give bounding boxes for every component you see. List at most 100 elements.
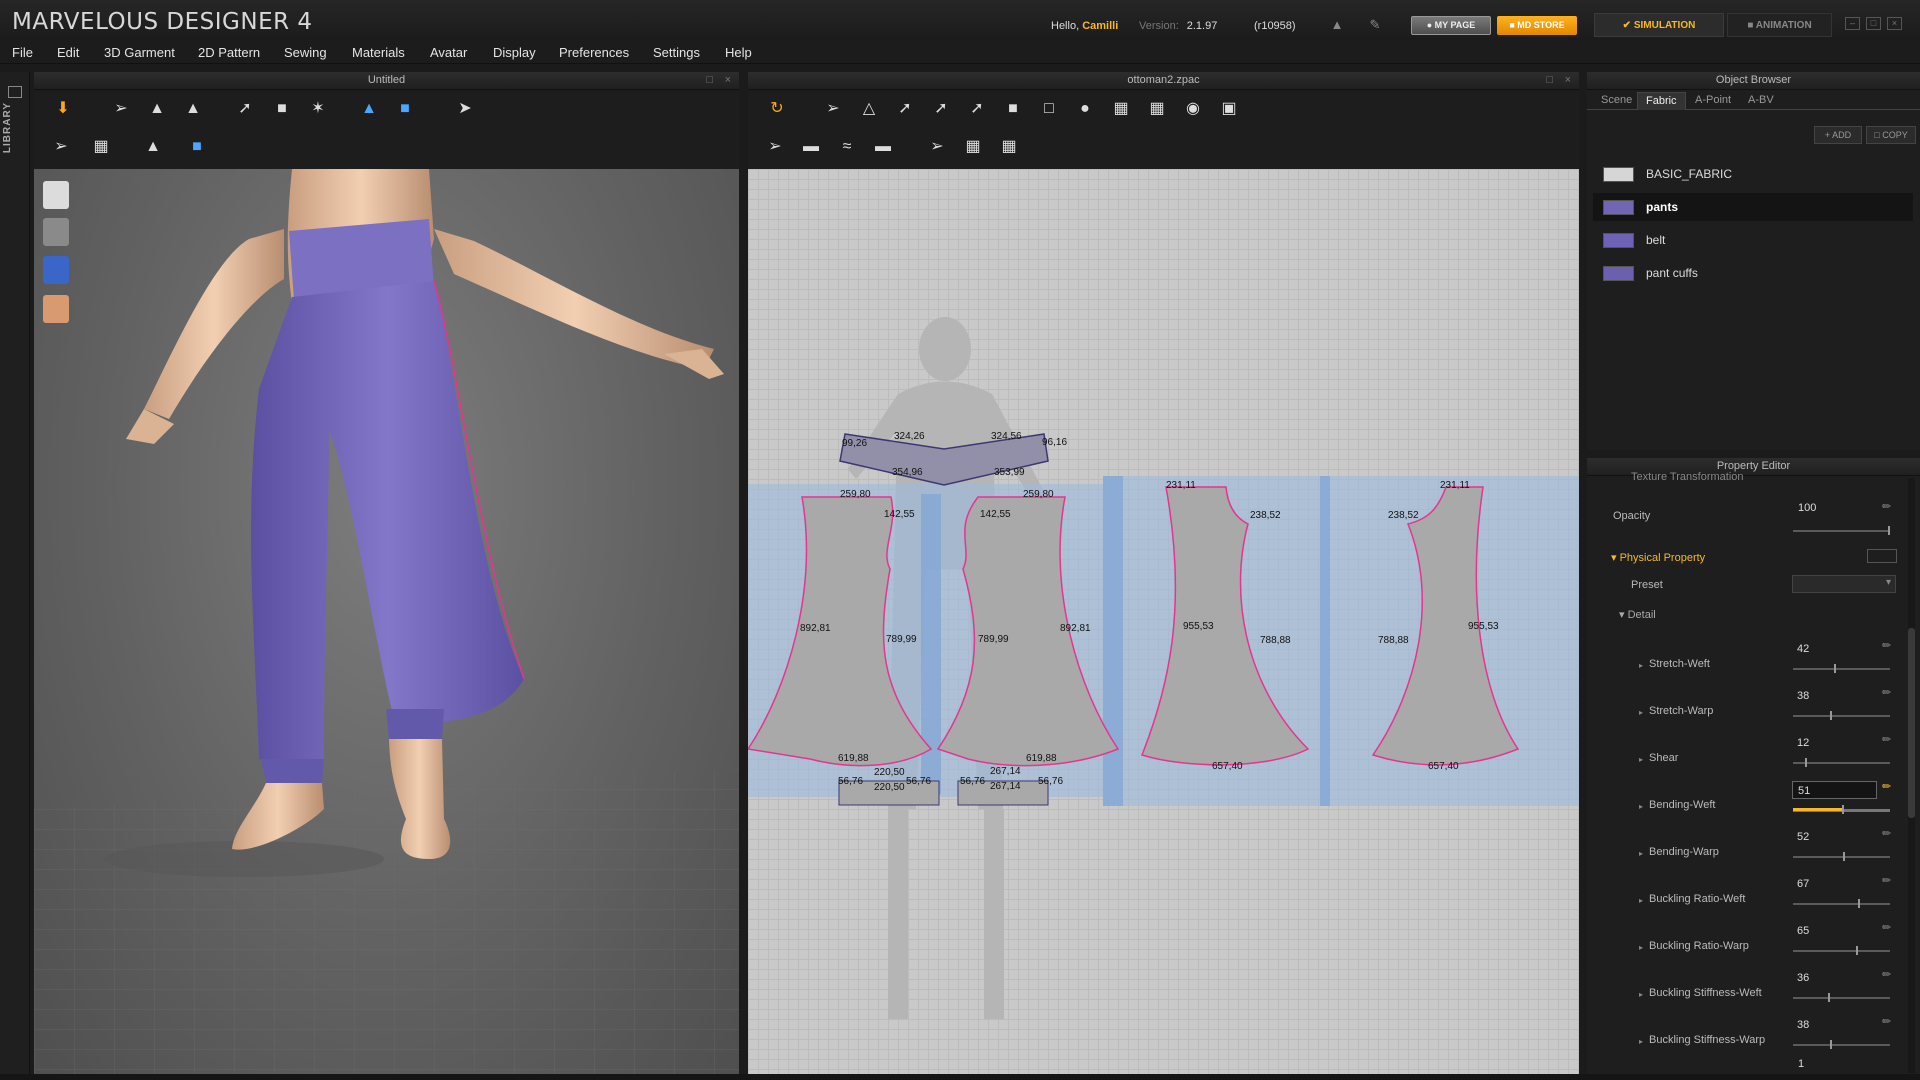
property-value-field[interactable]: 52 <box>1792 828 1877 846</box>
library-strip[interactable]: LIBRARY <box>0 72 30 1080</box>
tshirt-arrangement-icon[interactable]: ▲ <box>354 96 384 122</box>
menu-avatar[interactable]: Avatar <box>430 45 467 60</box>
property-slider-thumb[interactable] <box>1829 711 1832 720</box>
pin-icon[interactable]: ✏ <box>1882 827 1891 840</box>
float-2d-icon[interactable]: □ <box>1546 72 1553 89</box>
texture-transform-icon[interactable]: ▦ <box>994 134 1024 160</box>
property-slider-thumb[interactable] <box>1856 946 1859 955</box>
animation-mode-tab[interactable]: ■ ANIMATION <box>1727 13 1832 37</box>
internal-rectangle-icon[interactable]: ▦ <box>1142 96 1172 122</box>
pin-line-icon[interactable]: ➚ <box>230 96 260 122</box>
property-value-field[interactable]: 12 <box>1792 734 1877 752</box>
measure-icon[interactable] <box>43 256 69 284</box>
pin-icon[interactable]: ✏ <box>1882 921 1891 934</box>
menu-3d-garment[interactable]: 3D Garment <box>104 45 175 60</box>
property-slider-thumb[interactable] <box>1842 805 1845 814</box>
opacity-slider[interactable] <box>1793 530 1890 532</box>
transform-pattern-icon[interactable]: ➢ <box>818 96 848 122</box>
tab-a-point[interactable]: A-Point <box>1687 92 1739 110</box>
property-slider[interactable] <box>1793 715 1890 717</box>
eraser-icon[interactable]: ■ <box>267 96 297 122</box>
library-icon[interactable] <box>8 86 22 98</box>
menu-sewing[interactable]: Sewing <box>284 45 327 60</box>
caret-right-icon[interactable]: ▸ <box>1639 849 1643 858</box>
caret-right-icon[interactable]: ▸ <box>1639 1037 1643 1046</box>
add-point-icon[interactable]: ➚ <box>962 96 992 122</box>
select-texture-icon[interactable]: ➢ <box>46 134 76 160</box>
property-value-field[interactable]: 42 <box>1792 640 1877 658</box>
scrollbar-thumb[interactable] <box>1908 628 1915 818</box>
running-avatar-icon[interactable]: ➤ <box>450 96 480 122</box>
close-button[interactable]: × <box>1887 17 1902 30</box>
free-sewing-icon[interactable]: ▬ <box>796 134 826 160</box>
pin-icon[interactable]: ✏ <box>1882 968 1891 981</box>
preset-dropdown[interactable]: ▾ <box>1792 575 1896 593</box>
preset-buttons[interactable] <box>1867 549 1897 563</box>
tab-a-bv[interactable]: A-BV <box>1740 92 1782 110</box>
menu-2d-pattern[interactable]: 2D Pattern <box>198 45 260 60</box>
caret-right-icon[interactable]: ▸ <box>1639 896 1643 905</box>
property-value-field[interactable]: 36 <box>1792 969 1877 987</box>
dart-icon[interactable]: ▣ <box>1214 96 1244 122</box>
select-texture-2d-icon[interactable]: ➢ <box>922 134 952 160</box>
property-value-field[interactable]: 65 <box>1792 922 1877 940</box>
fabric-item[interactable]: pant cuffs <box>1593 259 1913 287</box>
fold-tool-icon[interactable]: ▲ <box>138 134 168 160</box>
fabric-item[interactable]: BASIC_FABRIC <box>1593 160 1913 188</box>
sync-icon[interactable]: ↻ <box>762 96 792 122</box>
pin-icon[interactable]: ✏ <box>1882 733 1891 746</box>
caret-right-icon[interactable]: ▸ <box>1639 943 1643 952</box>
property-slider[interactable] <box>1793 950 1890 952</box>
3d-viewport[interactable] <box>34 169 739 1074</box>
chat-icon[interactable]: ✎ <box>1366 17 1384 33</box>
grid-tool-icon[interactable]: ▦ <box>86 134 116 160</box>
property-slider[interactable] <box>1793 668 1890 670</box>
texture-grid-icon[interactable]: ▦ <box>958 134 988 160</box>
physical-property-section[interactable]: ▾ Physical Property <box>1611 551 1705 564</box>
tack-icon[interactable]: ≈ <box>832 134 862 160</box>
edit-sewing-icon[interactable]: ▬ <box>868 134 898 160</box>
my-page-button[interactable]: ● MY PAGE <box>1411 16 1491 35</box>
library-label[interactable]: LIBRARY <box>2 102 13 153</box>
detail-section[interactable]: ▾ Detail <box>1619 608 1656 621</box>
edit-curve-icon[interactable]: ➚ <box>890 96 920 122</box>
property-slider[interactable] <box>1793 997 1890 999</box>
pin-icon[interactable]: ✏ <box>1882 500 1891 513</box>
add-fabric-button[interactable]: + ADD <box>1814 126 1862 144</box>
select-move-icon[interactable]: ➢ <box>106 96 136 122</box>
pin-icon[interactable]: ✏ <box>1882 1015 1891 1028</box>
garment-icon[interactable] <box>43 181 69 209</box>
property-slider-thumb[interactable] <box>1833 664 1836 673</box>
property-slider[interactable] <box>1793 903 1890 905</box>
property-value-field[interactable]: 38 <box>1792 1016 1877 1034</box>
3d-scene[interactable] <box>34 169 739 1074</box>
property-slider-thumb[interactable] <box>1829 1040 1832 1049</box>
internal-polygon-icon[interactable]: ▦ <box>1106 96 1136 122</box>
display-mode-icon[interactable]: ■ <box>182 134 212 160</box>
edit-point-icon[interactable]: △ <box>854 96 884 122</box>
opacity-slider-thumb[interactable] <box>1888 526 1890 535</box>
menu-materials[interactable]: Materials <box>352 45 405 60</box>
simulate-down-arrow-icon[interactable]: ⬇ <box>48 96 78 122</box>
circle-icon[interactable]: ● <box>1070 96 1100 122</box>
float-icon[interactable]: □ <box>706 72 713 89</box>
property-slider[interactable] <box>1793 1044 1890 1046</box>
property-scrollbar[interactable] <box>1908 478 1915 1073</box>
pin-icon[interactable]: ✏ <box>1882 780 1891 793</box>
pin-icon[interactable]: ✏ <box>1882 874 1891 887</box>
copy-fabric-button[interactable]: □ COPY <box>1866 126 1916 144</box>
caret-right-icon[interactable]: ▸ <box>1639 990 1643 999</box>
menu-help[interactable]: Help <box>725 45 752 60</box>
tab-fabric[interactable]: Fabric <box>1637 92 1686 110</box>
close-panel-icon[interactable]: × <box>725 72 731 89</box>
caret-right-icon[interactable]: ▸ <box>1639 755 1643 764</box>
maximize-button[interactable]: □ <box>1866 17 1881 30</box>
caret-right-icon[interactable]: ▸ <box>1639 802 1643 811</box>
caret-right-icon[interactable]: ▸ <box>1639 661 1643 670</box>
property-slider-thumb[interactable] <box>1804 758 1807 767</box>
2d-pattern-viewport[interactable]: 99,26 324,26 324,56 96,16 354,96 353,99 … <box>748 169 1579 1074</box>
avatar-icon[interactable] <box>43 218 69 246</box>
property-value-field[interactable]: 51 <box>1792 781 1877 799</box>
segment-sewing-icon[interactable]: ➢ <box>760 134 790 160</box>
menu-settings[interactable]: Settings <box>653 45 700 60</box>
